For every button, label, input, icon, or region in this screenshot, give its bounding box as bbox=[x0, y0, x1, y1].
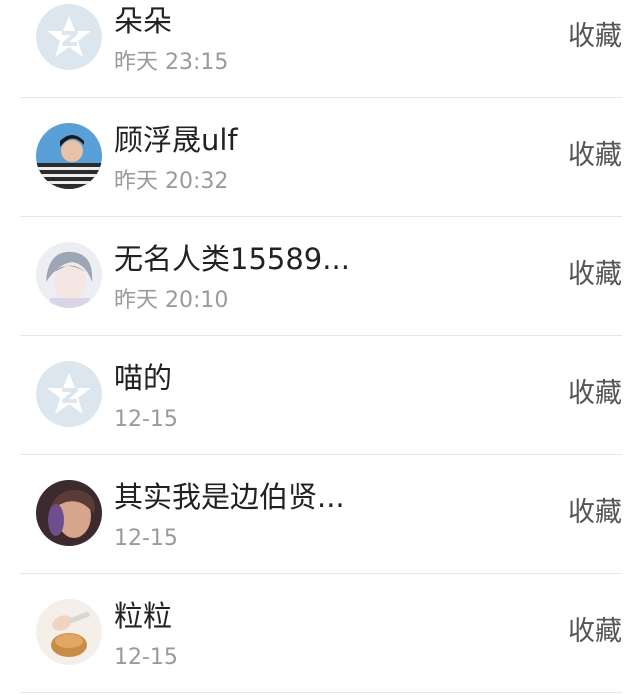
list-item[interactable]: 朵朵 昨天 23:15 收藏 bbox=[20, 0, 622, 98]
list-item[interactable]: 其实我是边伯贤... 12-15 收藏 bbox=[20, 455, 622, 574]
contact-time: 昨天 20:32 bbox=[114, 169, 229, 194]
list-item[interactable]: 粒粒 12-15 收藏 bbox=[20, 574, 622, 693]
contact-time: 12-15 bbox=[114, 526, 178, 551]
favorite-button[interactable]: 收藏 bbox=[568, 614, 622, 650]
favorite-button[interactable]: 收藏 bbox=[568, 19, 622, 55]
food-photo-avatar bbox=[36, 599, 102, 665]
favorite-button[interactable]: 收藏 bbox=[568, 257, 622, 293]
contact-list: 朵朵 昨天 23:15 收藏 顾浮晟ulf 昨天 20:32 收藏 无名人类15… bbox=[0, 0, 640, 693]
contact-time: 12-15 bbox=[114, 407, 178, 432]
contact-name: 无名人类15589... bbox=[114, 242, 350, 276]
favorite-button[interactable]: 收藏 bbox=[568, 138, 622, 174]
contact-time: 12-15 bbox=[114, 645, 178, 670]
contact-time: 昨天 20:10 bbox=[114, 288, 229, 313]
list-item[interactable]: 无名人类15589... 昨天 20:10 收藏 bbox=[20, 217, 622, 336]
contact-name: 粒粒 bbox=[114, 599, 173, 633]
contact-name: 其实我是边伯贤... bbox=[114, 480, 345, 514]
list-item[interactable]: 顾浮晟ulf 昨天 20:32 收藏 bbox=[20, 98, 622, 217]
qq-default-avatar bbox=[36, 4, 102, 70]
user-photo-avatar bbox=[36, 123, 102, 189]
favorite-button[interactable]: 收藏 bbox=[568, 376, 622, 412]
favorite-button[interactable]: 收藏 bbox=[568, 495, 622, 531]
list-item[interactable]: 喵的 12-15 收藏 bbox=[20, 336, 622, 455]
contact-name: 顾浮晟ulf bbox=[114, 123, 238, 157]
user-photo-avatar bbox=[36, 480, 102, 546]
qq-default-avatar bbox=[36, 361, 102, 427]
contact-name: 朵朵 bbox=[114, 4, 173, 38]
contact-name: 喵的 bbox=[114, 361, 173, 395]
contact-time: 昨天 23:15 bbox=[114, 50, 229, 75]
anime-avatar bbox=[36, 242, 102, 308]
